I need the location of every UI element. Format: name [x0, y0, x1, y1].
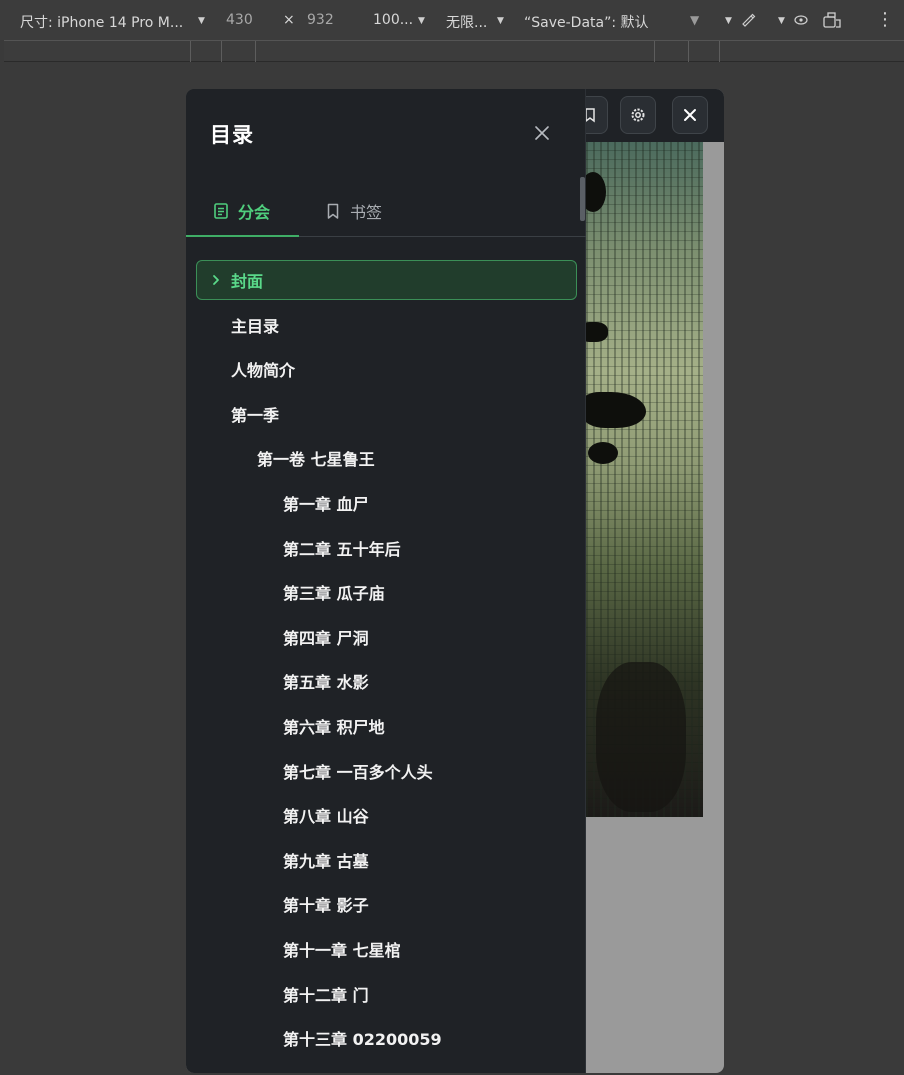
toc-item[interactable]: 第一章 血尸	[283, 483, 369, 523]
drawer-tabs: 分会 书签	[186, 185, 586, 237]
toc-item-label: 封面	[231, 272, 264, 291]
chevron-right-icon	[213, 275, 219, 285]
zoom-select[interactable]: 100...	[373, 12, 413, 28]
toc-item[interactable]: 主目录	[231, 305, 279, 345]
toc-item[interactable]: 第七章 一百多个人头	[283, 751, 433, 791]
gear-icon	[631, 108, 645, 122]
phone-viewport: 目录 分会 书签 封面 主目录 人物简介 第一季 第一卷 七星鲁王 第一章 血尸…	[186, 89, 724, 1073]
toc-item[interactable]: 第九章 古墓	[283, 840, 369, 880]
viewport-height-input[interactable]: 932	[307, 12, 334, 28]
toc-item[interactable]: 第一季	[231, 394, 279, 434]
close-icon	[684, 109, 696, 121]
throttle-dropdown-icon[interactable]: ▼	[497, 16, 504, 26]
viewport-width-input[interactable]: 430	[226, 12, 253, 28]
settings-button[interactable]	[620, 96, 656, 134]
toc-item[interactable]: 第四章 尸洞	[283, 617, 369, 657]
toc-item[interactable]: 第六章 积尸地	[283, 706, 385, 746]
close-drawer-button[interactable]	[530, 121, 554, 145]
close-reader-button[interactable]	[672, 96, 708, 134]
toc-item[interactable]: 第十章 影子	[283, 884, 369, 924]
toc-item[interactable]: 第十一章 七星棺	[283, 929, 401, 969]
bookmark-icon	[327, 203, 339, 219]
tab-chapters-label: 分会	[238, 203, 271, 222]
close-icon	[535, 126, 549, 140]
toc-item[interactable]: 第三章 瓜子庙	[283, 572, 385, 612]
toc-item[interactable]: 第八章 山谷	[283, 795, 369, 835]
more-dropdown-icon[interactable]: ▼	[725, 16, 732, 26]
triangle-icon[interactable]: ▼	[690, 13, 699, 27]
toc-item[interactable]: 第二章 五十年后	[283, 528, 401, 568]
drawer-title: 目录	[210, 123, 254, 147]
more-options-icon[interactable]: ⋮	[876, 9, 894, 30]
list-icon	[214, 203, 228, 219]
tab-bookmarks-label: 书签	[350, 203, 383, 222]
pen-icon[interactable]	[740, 11, 756, 27]
tab-bookmarks[interactable]: 书签	[324, 185, 382, 237]
throttle-select[interactable]: 无限...	[446, 12, 487, 32]
eye-dropdown-icon[interactable]: ▼	[778, 16, 785, 26]
rotate-icon[interactable]	[822, 11, 842, 29]
toc-drawer: 目录 分会 书签 封面 主目录 人物简介 第一季 第一卷 七星鲁王 第一章 血尸…	[186, 89, 586, 1073]
toc-item[interactable]: 第一卷 七星鲁王	[257, 438, 375, 478]
active-tab-indicator	[186, 235, 299, 237]
book-cover-image	[578, 142, 703, 817]
toc-item[interactable]: 第十二章 门	[283, 974, 369, 1014]
media-query-ruler	[4, 40, 904, 62]
toc-item[interactable]: 第五章 水影	[283, 661, 369, 701]
device-select[interactable]: 尺寸: iPhone 14 Pro M...	[20, 12, 183, 32]
eye-icon[interactable]	[793, 14, 809, 26]
toc-item[interactable]: 人物简介	[231, 349, 295, 389]
devtools-device-toolbar: 尺寸: iPhone 14 Pro M... ▼ 430 × 932 100..…	[0, 0, 904, 40]
device-dropdown-icon[interactable]: ▼	[198, 16, 205, 26]
toc-item[interactable]: 第十三章 02200059	[283, 1018, 442, 1058]
toc-item-active[interactable]: 封面	[196, 260, 577, 300]
tab-chapters[interactable]: 分会	[212, 185, 270, 237]
save-data-select[interactable]: “Save-Data”: 默认	[524, 12, 649, 32]
zoom-dropdown-icon[interactable]: ▼	[418, 16, 425, 26]
dimension-times-label: ×	[283, 12, 295, 28]
